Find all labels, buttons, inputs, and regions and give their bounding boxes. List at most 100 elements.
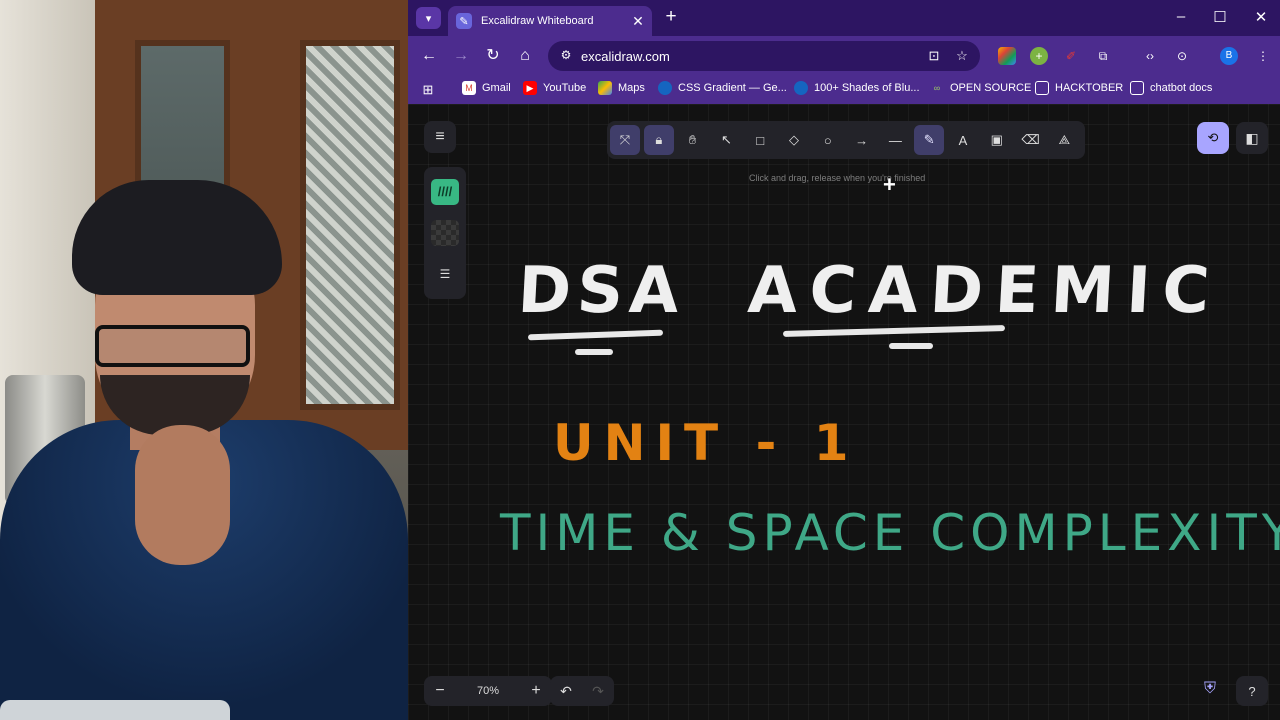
tab-search-icon[interactable]: ▾ (416, 7, 441, 29)
drawn-topic-label[interactable]: TIME & SPACE COMPLEXITY (500, 504, 1280, 562)
bookmarks-bar: ⊞ M Gmail ▶ YouTube Maps CSS Gradient — … (408, 76, 1280, 104)
share-button-icon[interactable]: ⟲ (1197, 122, 1229, 154)
maps-icon (598, 81, 612, 95)
draw-hint: Click and drag, release when you're fini… (749, 173, 926, 183)
bookmark-chatbot-docs[interactable]: chatbot docs (1130, 81, 1212, 95)
globe-icon (658, 81, 672, 95)
person-hand (135, 425, 230, 565)
reload-icon[interactable]: ↻ (482, 45, 504, 67)
diamond-tool-icon[interactable]: ◇ (779, 125, 809, 155)
window-close-icon[interactable]: ✕ (1250, 8, 1272, 28)
zoom-in-icon[interactable]: + (520, 682, 552, 700)
drawn-unit-label[interactable]: UNIT - 1 (553, 414, 859, 472)
tab-close-icon[interactable]: ✕ (628, 13, 648, 30)
globe-icon (794, 81, 808, 95)
browser-toolbar: ← → ↻ ⌂ ⚙ excalidraw.com ⊡ ☆ + ✐ ⧉ ‹› ⊙ … (408, 36, 1280, 76)
extra-tools-icon[interactable]: ⟁ (1049, 125, 1079, 155)
bookmark-label: Gmail (482, 82, 511, 94)
profile-avatar[interactable]: B (1220, 47, 1238, 65)
bookmark-label: Maps (618, 82, 645, 94)
maximize-icon[interactable]: ☐ (1209, 8, 1231, 28)
apps-grid-icon[interactable]: ⊞ (420, 82, 436, 98)
bookmark-shades-of-blue[interactable]: 100+ Shades of Blu... (794, 81, 920, 95)
bookmark-youtube[interactable]: ▶ YouTube (523, 81, 586, 95)
properties-sliders-icon[interactable]: ☰ (436, 267, 454, 285)
bookmark-css-gradient[interactable]: CSS Gradient — Ge... (658, 81, 787, 95)
gmail-icon: M (462, 81, 476, 95)
eraser-tool-icon[interactable]: ⌫ (1016, 125, 1046, 155)
tab-excalidraw[interactable]: ✎ Excalidraw Whiteboard ✕ (448, 6, 652, 36)
bookmark-open-source[interactable]: ∞ OPEN SOURCE (930, 81, 1032, 95)
encryption-shield-icon[interactable]: ⛨ (1200, 680, 1220, 702)
zoom-controls: − 70% + (424, 676, 552, 706)
bookmark-label: 100+ Shades of Blu... (814, 82, 920, 94)
zoom-level[interactable]: 70% (456, 685, 520, 697)
bookmark-label: HACKTOBER (1055, 82, 1124, 94)
browser-window: ▾ ✎ Excalidraw Whiteboard ✕ + – ☐ ✕ ← → … (408, 0, 1280, 720)
drawn-title-academic[interactable]: ACADEMIC (746, 254, 1223, 328)
youtube-icon: ▶ (523, 81, 537, 95)
undo-redo-controls: ↶ ↷ (550, 676, 614, 706)
webcam-feed (0, 0, 408, 720)
library-sidebar-icon[interactable]: ◧ (1236, 122, 1268, 154)
bookmark-star-icon[interactable]: ☆ (953, 48, 971, 64)
browser-titlebar: ▾ ✎ Excalidraw Whiteboard ✕ + – ☐ ✕ (408, 0, 1280, 36)
draw-pencil-tool-icon[interactable]: ✎ (914, 125, 945, 155)
shapes-toolbar: ⤧ 🔒︎ ✋︎ ↖ □ ◇ ○ → — ✎ A ▣ ⌫ ⟁ (607, 121, 1085, 159)
image-tool-icon[interactable]: ▣ (982, 125, 1012, 155)
install-app-icon[interactable]: ⊡ (925, 48, 943, 64)
url-text: excalidraw.com (581, 49, 670, 64)
new-tab-icon[interactable]: + (660, 7, 682, 29)
underline-dsa-short[interactable] (575, 349, 613, 355)
background-color-swatch[interactable] (431, 220, 459, 246)
extension-red-icon[interactable]: ✐ (1062, 47, 1080, 65)
person-glasses (95, 325, 250, 367)
browser-menu-icon[interactable]: ⋮ (1254, 47, 1272, 65)
line-tool-icon[interactable]: — (880, 125, 910, 155)
bookmark-gmail[interactable]: M Gmail (462, 81, 511, 95)
folder-icon (1035, 81, 1049, 95)
link-icon: ∞ (933, 83, 941, 93)
underline-dsa[interactable] (527, 329, 664, 341)
stroke-color-swatch[interactable]: //// (431, 179, 459, 205)
extensions-puzzle-icon[interactable]: ⧉ (1094, 47, 1112, 65)
tab-title: Excalidraw Whiteboard (481, 15, 594, 27)
bookmark-maps[interactable]: Maps (598, 81, 645, 95)
keep-tool-active-icon[interactable]: ⤧ (610, 125, 640, 155)
bookmark-label: chatbot docs (1150, 82, 1213, 94)
hand-tool-icon[interactable]: ✋︎ (678, 125, 708, 155)
text-tool-icon[interactable]: A (948, 125, 978, 155)
arrow-tool-icon[interactable]: → (847, 125, 877, 155)
bookmark-hacktober[interactable]: HACKTOBER (1035, 81, 1123, 95)
lock-icon[interactable]: 🔒︎ (643, 125, 674, 155)
properties-panel: //// ☰ (424, 167, 466, 299)
site-info-icon[interactable]: ⚙ (558, 48, 574, 64)
zoom-out-icon[interactable]: − (424, 682, 456, 700)
laptop-edge (0, 700, 230, 720)
folder-icon (1130, 81, 1144, 95)
help-icon[interactable]: ? (1236, 676, 1268, 706)
crosshair-cursor-icon: + (883, 172, 896, 197)
extension-green-icon[interactable]: + (1030, 47, 1048, 65)
main-menu-hamburger-icon[interactable]: ≡ (424, 121, 456, 153)
undo-icon[interactable]: ↶ (550, 683, 582, 700)
drawn-title-dsa[interactable]: DSA (516, 254, 687, 328)
forward-icon[interactable]: → (450, 45, 472, 67)
extension-camera-icon[interactable]: ⊙ (1173, 47, 1191, 65)
bookmark-label: CSS Gradient — Ge... (678, 82, 787, 94)
home-icon[interactable]: ⌂ (514, 45, 536, 67)
door-glass-right (300, 40, 400, 410)
ellipse-tool-icon[interactable]: ○ (813, 125, 843, 155)
colorzilla-extension-icon[interactable] (998, 47, 1016, 65)
selection-tool-icon[interactable]: ↖ (711, 125, 741, 155)
underline-academic-short[interactable] (889, 343, 933, 349)
back-icon[interactable]: ← (418, 45, 440, 67)
address-bar[interactable]: ⚙ excalidraw.com ⊡ ☆ (548, 41, 980, 71)
minimize-icon[interactable]: – (1170, 8, 1192, 28)
redo-icon[interactable]: ↷ (582, 683, 614, 700)
devtools-code-icon[interactable]: ‹› (1141, 47, 1159, 65)
excalidraw-canvas[interactable]: ≡ ⤧ 🔒︎ ✋︎ ↖ □ ◇ ○ → — ✎ A ▣ ⌫ ⟁ ⟲ ◧ Clic… (408, 104, 1280, 720)
bookmark-label: YouTube (543, 82, 587, 94)
rectangle-tool-icon[interactable]: □ (745, 125, 775, 155)
excalidraw-favicon-icon: ✎ (456, 13, 472, 29)
